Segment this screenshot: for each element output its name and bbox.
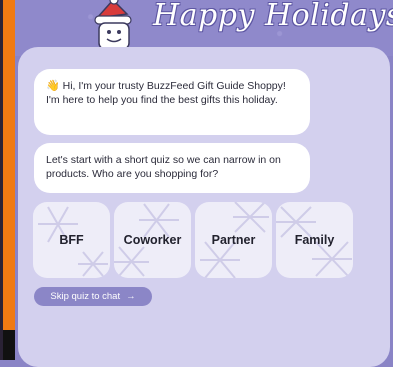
skip-quiz-label: Skip quiz to chat [50, 291, 121, 302]
option-label: Partner [211, 233, 256, 247]
quiz-prompt-text: Let's start with a short quiz so we can … [46, 154, 281, 180]
greeting-message: 👋 Hi, I'm your trusty BuzzFeed Gift Guid… [34, 69, 310, 135]
option-bff-button[interactable]: BFF [33, 202, 110, 278]
skip-quiz-button[interactable]: Skip quiz to chat → [34, 287, 152, 306]
option-label: BFF [59, 233, 84, 247]
option-label: Family [294, 233, 335, 247]
quiz-prompt-message: Let's start with a short quiz so we can … [34, 143, 310, 193]
side-dark-bar [3, 330, 15, 360]
option-partner-button[interactable]: Partner [195, 202, 272, 278]
option-label: Coworker [123, 233, 182, 247]
greeting-text: Hi, I'm your trusty BuzzFeed Gift Guide … [46, 80, 286, 106]
header-title: Happy Holidays [153, 0, 393, 33]
waving-hand-icon: 👋 [46, 80, 60, 92]
option-coworker-button[interactable]: Coworker [114, 202, 191, 278]
option-family-button[interactable]: Family [276, 202, 353, 278]
santa-mascot-icon [94, 0, 132, 50]
side-accent-bar [3, 0, 15, 330]
arrow-right-icon: → [126, 291, 136, 302]
